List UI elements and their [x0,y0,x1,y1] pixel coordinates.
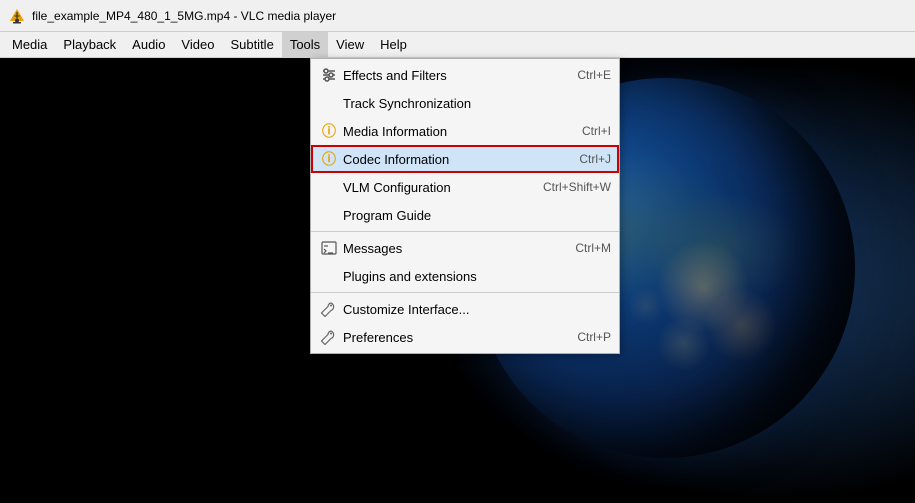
window-title: file_example_MP4_480_1_5MG.mp4 - VLC med… [32,9,336,23]
plugins-label: Plugins and extensions [343,269,591,284]
tools-dropdown: Effects and Filters Ctrl+E Track Synchro… [310,58,620,354]
separator-2 [311,292,619,293]
messages-shortcut: Ctrl+M [575,241,611,255]
menu-plugins[interactable]: Plugins and extensions [311,262,619,290]
menu-effects-filters[interactable]: Effects and Filters Ctrl+E [311,61,619,89]
sliders-icon [319,65,339,85]
vlc-icon [8,7,26,25]
vlm-config-shortcut: Ctrl+Shift+W [543,180,611,194]
vlm-config-label: VLM Configuration [343,180,523,195]
menu-program-guide[interactable]: Program Guide [311,201,619,229]
no-icon-program [319,205,339,225]
menu-messages[interactable]: Messages Ctrl+M [311,234,619,262]
preferences-shortcut: Ctrl+P [577,330,611,344]
menu-item-view[interactable]: View [328,32,372,57]
menu-item-video[interactable]: Video [173,32,222,57]
codec-info-label: Codec Information [343,152,559,167]
menu-codec-info[interactable]: ⓘ Codec Information Ctrl+J [311,145,619,173]
no-icon-plugins [319,266,339,286]
customize-label: Customize Interface... [343,302,591,317]
messages-label: Messages [343,241,555,256]
effects-filters-label: Effects and Filters [343,68,557,83]
menu-customize[interactable]: Customize Interface... [311,295,619,323]
codec-info-shortcut: Ctrl+J [579,152,611,166]
preferences-label: Preferences [343,330,557,345]
menu-bar: Media Playback Audio Video Subtitle Tool… [0,32,915,58]
menu-preferences[interactable]: Preferences Ctrl+P [311,323,619,351]
program-guide-label: Program Guide [343,208,591,223]
menu-item-help[interactable]: Help [372,32,415,57]
separator-1 [311,231,619,232]
wrench-icon-preferences [319,327,339,347]
menu-item-media[interactable]: Media [4,32,55,57]
track-sync-label: Track Synchronization [343,96,591,111]
menu-media-info[interactable]: ⓘ Media Information Ctrl+I [311,117,619,145]
menu-item-subtitle[interactable]: Subtitle [222,32,281,57]
menu-item-audio[interactable]: Audio [124,32,173,57]
menu-vlm-config[interactable]: VLM Configuration Ctrl+Shift+W [311,173,619,201]
menu-item-playback[interactable]: Playback [55,32,124,57]
wrench-icon-customize [319,299,339,319]
terminal-icon [319,238,339,258]
info-icon-media: ⓘ [319,121,339,141]
info-icon-codec: ⓘ [319,149,339,169]
menu-track-sync[interactable]: Track Synchronization [311,89,619,117]
tools-menu: Effects and Filters Ctrl+E Track Synchro… [310,58,620,354]
effects-filters-shortcut: Ctrl+E [577,68,611,82]
no-icon-track [319,93,339,113]
media-info-shortcut: Ctrl+I [582,124,611,138]
title-bar: file_example_MP4_480_1_5MG.mp4 - VLC med… [0,0,915,32]
menu-item-tools[interactable]: Tools [282,32,328,57]
media-info-label: Media Information [343,124,562,139]
no-icon-vlm [319,177,339,197]
